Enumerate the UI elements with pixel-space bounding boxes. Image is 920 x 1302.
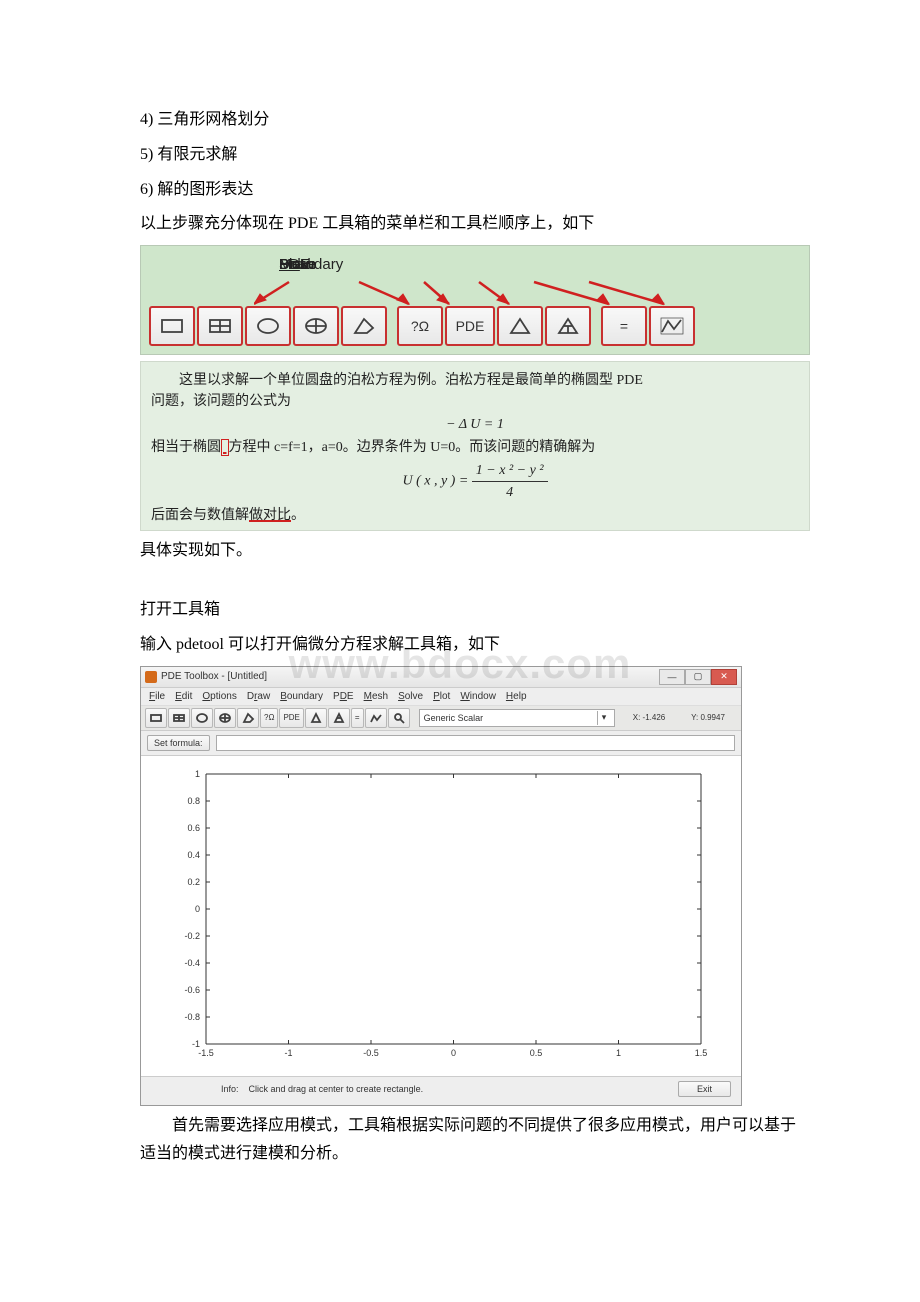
- close-button[interactable]: ✕: [711, 669, 737, 685]
- coord-y-label: Y: 0.9947: [679, 713, 737, 722]
- plot-axes[interactable]: -1.5-1-0.500.511.5-1-0.8-0.6-0.4-0.200.2…: [141, 756, 741, 1076]
- tb-rect-icon[interactable]: [145, 708, 167, 728]
- fig1-toolbar: ?Ω PDE =: [149, 306, 801, 346]
- svg-text:-0.8: -0.8: [184, 1012, 200, 1022]
- formula-input[interactable]: [216, 735, 735, 751]
- tb-polygon-icon[interactable]: [237, 708, 259, 728]
- application-mode-select[interactable]: Generic Scalar ▾: [419, 709, 615, 727]
- maximize-button[interactable]: ▢: [685, 669, 711, 685]
- svg-text:0.4: 0.4: [187, 850, 200, 860]
- rect-center-tool-icon[interactable]: [197, 306, 243, 346]
- menu-window[interactable]: Window: [460, 691, 496, 702]
- tb-plot-icon[interactable]: [365, 708, 387, 728]
- tb-zoom-icon[interactable]: [388, 708, 410, 728]
- tb-pde-button[interactable]: PDE: [279, 708, 303, 728]
- paragraph-intro: 以上步骤充分体现在 PDE 工具箱的菜单栏和工具栏顺序上，如下: [140, 210, 810, 239]
- heading-open-toolbox: 打开工具箱: [140, 596, 810, 625]
- tb-mesh-icon[interactable]: [305, 708, 327, 728]
- ellipse-center-tool-icon[interactable]: [293, 306, 339, 346]
- pde-tool-button[interactable]: PDE: [445, 306, 495, 346]
- pde-toolbox-window: PDE Toolbox - [Untitled] — ▢ ✕ File Edit…: [140, 666, 742, 1106]
- mesh-tool-icon[interactable]: [497, 306, 543, 346]
- menu-pde[interactable]: PDE: [333, 691, 354, 702]
- figure-poisson-explanation: 这里以求解一个单位圆盘的泊松方程为例。泊松方程是最简单的椭圆型 PDE 问题，该…: [140, 361, 810, 531]
- fig1-menu-row: DDrawraw Boundary PDE Mesh Solve Plot: [279, 256, 801, 284]
- info-text: Click and drag at center to create recta…: [249, 1084, 424, 1094]
- svg-text:0.5: 0.5: [530, 1048, 543, 1058]
- svg-text:0.2: 0.2: [187, 877, 200, 887]
- solve-tool-button[interactable]: =: [601, 306, 647, 346]
- svg-text:-0.5: -0.5: [363, 1048, 379, 1058]
- svg-text:1: 1: [195, 769, 200, 779]
- window-toolbar: ?Ω PDE = Generic Scalar ▾ X: -1.426 Y: 0…: [141, 706, 741, 731]
- set-formula-row: Set formula:: [141, 731, 741, 756]
- svg-text:0.8: 0.8: [187, 796, 200, 806]
- menu-plot[interactable]: Plot: [433, 691, 450, 702]
- svg-text:-0.4: -0.4: [184, 958, 200, 968]
- boundary-tool-button[interactable]: ?Ω: [397, 306, 443, 346]
- exit-button[interactable]: Exit: [678, 1081, 731, 1097]
- tb-ellipse-center-icon[interactable]: [214, 708, 236, 728]
- menu-file[interactable]: File: [149, 691, 165, 702]
- equation-exact-solution: U ( x , y ) = 1 − x ² − y ²4: [151, 460, 799, 503]
- window-titlebar[interactable]: PDE Toolbox - [Untitled] — ▢ ✕: [141, 667, 741, 688]
- rect-tool-icon[interactable]: [149, 306, 195, 346]
- tb-refine-icon[interactable]: [328, 708, 350, 728]
- status-bar: Info: Click and drag at center to create…: [141, 1076, 741, 1105]
- tb-solve-button[interactable]: =: [351, 708, 364, 728]
- coord-x-label: X: -1.426: [620, 713, 678, 722]
- svg-text:0.6: 0.6: [187, 823, 200, 833]
- svg-text:-1: -1: [284, 1048, 292, 1058]
- menu-options[interactable]: Options: [202, 691, 236, 702]
- svg-text:1: 1: [616, 1048, 621, 1058]
- ellipse-tool-icon[interactable]: [245, 306, 291, 346]
- paragraph-pdetool: 输入 pdetool 可以打开偏微分方程求解工具箱，如下: [140, 631, 810, 660]
- svg-text:-1: -1: [192, 1039, 200, 1049]
- paragraph-6: 6) 解的图形表达: [140, 176, 810, 205]
- equation-laplace: − Δ U = 1: [151, 414, 799, 435]
- tb-boundary-button[interactable]: ?Ω: [260, 708, 278, 728]
- paragraph-4: 4) 三角形网格划分: [140, 106, 810, 135]
- paragraph-impl: 具体实现如下。: [140, 537, 810, 566]
- menu-solve[interactable]: Solve: [398, 691, 423, 702]
- polygon-tool-icon[interactable]: [341, 306, 387, 346]
- paragraph-mode-select: 首先需要选择应用模式，工具箱根据实际问题的不同提供了很多应用模式，用户可以基于适…: [140, 1112, 810, 1170]
- chevron-down-icon: ▾: [597, 711, 610, 725]
- refine-mesh-icon[interactable]: [545, 306, 591, 346]
- svg-text:-0.6: -0.6: [184, 985, 200, 995]
- paragraph-5: 5) 有限元求解: [140, 141, 810, 170]
- svg-text:1.5: 1.5: [695, 1048, 708, 1058]
- set-formula-button[interactable]: Set formula:: [147, 735, 210, 751]
- menu-edit[interactable]: Edit: [175, 691, 192, 702]
- svg-text:0: 0: [451, 1048, 456, 1058]
- svg-text:-0.2: -0.2: [184, 931, 200, 941]
- tb-ellipse-icon[interactable]: [191, 708, 213, 728]
- menu-boundary[interactable]: Boundary: [280, 691, 323, 702]
- svg-text:-1.5: -1.5: [198, 1048, 214, 1058]
- menu-help[interactable]: Help: [506, 691, 527, 702]
- window-menubar: File Edit Options Draw Boundary PDE Mesh…: [141, 688, 741, 706]
- svg-text:0: 0: [195, 904, 200, 914]
- tb-rect-center-icon[interactable]: [168, 708, 190, 728]
- figure-toolbar-annotated: DDrawraw Boundary PDE Mesh Solve Plot ?Ω…: [140, 245, 810, 355]
- menu-mesh[interactable]: Mesh: [364, 691, 388, 702]
- menu-draw[interactable]: Draw: [247, 691, 270, 702]
- app-icon: [145, 671, 157, 683]
- minimize-button[interactable]: —: [659, 669, 685, 685]
- window-title: PDE Toolbox - [Untitled]: [161, 671, 267, 682]
- plot-tool-icon[interactable]: [649, 306, 695, 346]
- info-label: Info:: [221, 1084, 239, 1094]
